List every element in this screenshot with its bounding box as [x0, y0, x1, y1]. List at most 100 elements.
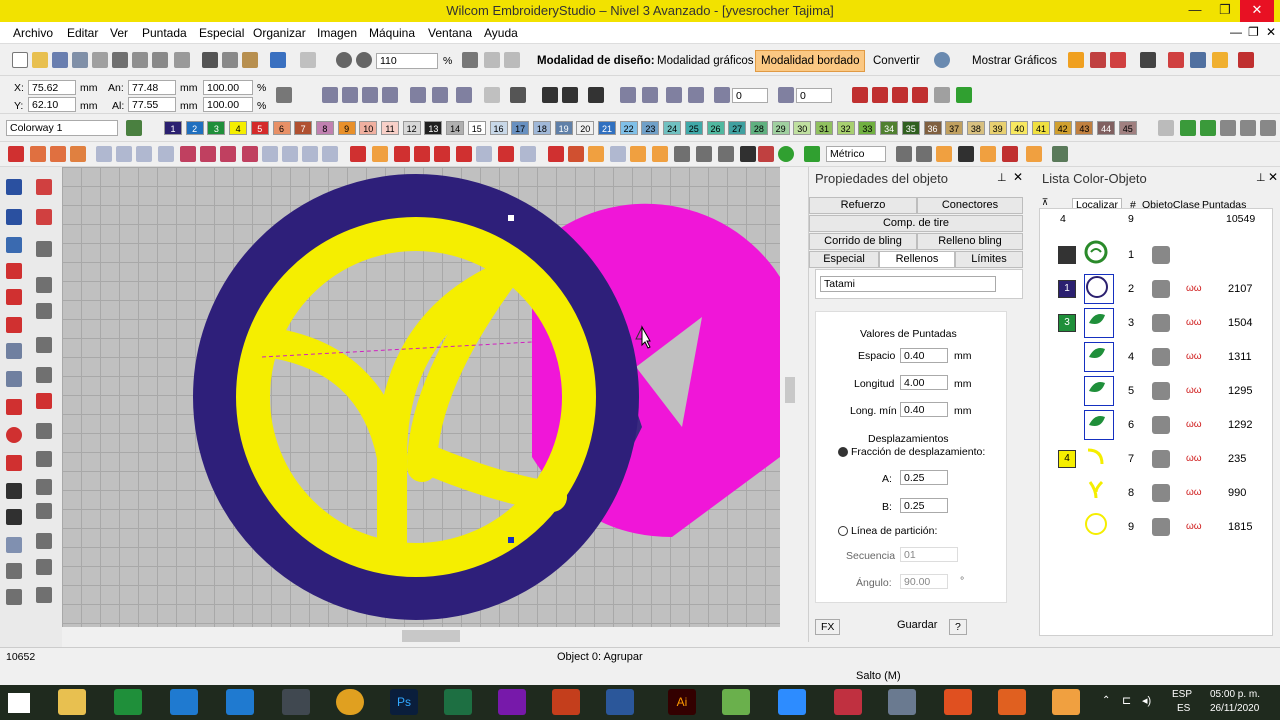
stitch-type-13-icon[interactable] [262, 146, 278, 162]
refresh-icon[interactable] [778, 146, 794, 162]
satin-icon[interactable] [6, 343, 22, 359]
color-swatch-41[interactable]: 41 [1032, 121, 1050, 135]
fill-type-5-icon[interactable] [434, 146, 450, 162]
stitch-type-11-icon[interactable] [220, 146, 236, 162]
zoom-in-icon[interactable] [336, 52, 352, 68]
tab-corrido-bling[interactable]: Corrido de bling [809, 233, 917, 250]
color-swatch-6[interactable]: 6 [272, 121, 291, 135]
color-swatch-1[interactable]: 1 [164, 121, 182, 135]
distribute-icon[interactable] [382, 87, 398, 103]
density-10-icon[interactable] [36, 559, 52, 575]
color-swatch-15[interactable]: 15 [467, 121, 486, 135]
tab-conectores[interactable]: Conectores [917, 197, 1023, 214]
send-icon[interactable] [152, 52, 168, 68]
menu-archivo[interactable]: Archivo [13, 26, 53, 40]
swatch-scroll-icon[interactable] [1158, 120, 1174, 136]
color-list-close-icon[interactable]: ✕ [1268, 170, 1278, 184]
panel-close-icon[interactable]: ✕ [1013, 170, 1023, 184]
rotate-right-icon[interactable] [688, 87, 704, 103]
color-swatch-20[interactable]: 20 [576, 121, 595, 135]
menu-ventana[interactable]: Ventana [428, 26, 472, 40]
camera-icon[interactable] [740, 146, 756, 162]
help-button[interactable]: ? [949, 619, 967, 635]
color-swatch-16[interactable]: 16 [489, 121, 508, 135]
color-swatch-43[interactable]: 43 [1075, 121, 1094, 135]
stitch-type-3-icon[interactable] [50, 146, 66, 162]
maximize-button[interactable]: ❐ [1208, 0, 1242, 22]
check-icon[interactable] [1140, 52, 1156, 68]
object-row[interactable]: 9 ωω 1815 [1040, 510, 1274, 544]
horizontal-scroll-thumb[interactable] [402, 630, 460, 642]
slant-icon[interactable] [778, 87, 794, 103]
text-icon[interactable] [6, 483, 22, 499]
min-length-field[interactable]: 0.40 [900, 402, 948, 417]
wand-icon[interactable] [1002, 146, 1018, 162]
lock-proportions-icon[interactable] [276, 87, 292, 103]
units-select[interactable]: Métrico [826, 146, 886, 162]
x-position-field[interactable]: 75.62 [28, 80, 76, 95]
convert-button[interactable]: Convertir [867, 50, 926, 72]
blank-shape-icon[interactable] [36, 277, 52, 293]
density-1-icon[interactable] [36, 587, 52, 603]
knife-icon[interactable] [36, 303, 52, 319]
show-stitches-icon[interactable] [1090, 52, 1106, 68]
color-swatch-12[interactable]: 12 [402, 121, 421, 135]
globe-icon[interactable] [934, 52, 950, 68]
properties-icon[interactable] [174, 52, 190, 68]
reshape-icon[interactable] [6, 209, 22, 225]
color-swatch-27[interactable]: 27 [728, 121, 747, 135]
object-thumbnail[interactable] [1084, 308, 1114, 338]
view-design-icon[interactable] [1068, 52, 1084, 68]
fill-type-2-icon[interactable] [372, 146, 388, 162]
cut-icon[interactable] [202, 52, 218, 68]
object-thumbnail[interactable] [1084, 512, 1114, 542]
grid-icon[interactable] [674, 146, 690, 162]
tab-limites[interactable]: Límites [955, 251, 1023, 268]
stitch-type-12-icon[interactable] [242, 146, 258, 162]
stitch-type-7-icon[interactable] [136, 146, 152, 162]
color-group-badge[interactable]: 3 [1058, 314, 1076, 332]
menu-organizar[interactable]: Organizar [253, 26, 306, 40]
fill-type-6-icon[interactable] [456, 146, 472, 162]
fill-icon[interactable] [6, 317, 22, 333]
align-center-icon[interactable] [342, 87, 358, 103]
windows-start-icon[interactable] [8, 693, 30, 713]
stitch-type-2-icon[interactable] [30, 146, 46, 162]
embroidery-app-icon[interactable] [944, 689, 972, 715]
vertical-scrollbar[interactable] [782, 167, 798, 627]
hand-app-icon[interactable] [998, 689, 1026, 715]
color-swatch-28[interactable]: 28 [749, 121, 768, 135]
stitch-tool-2-icon[interactable] [872, 87, 888, 103]
fill-type-11-icon[interactable] [568, 146, 584, 162]
tab-especial[interactable]: Especial [809, 251, 879, 268]
color-swatch-42[interactable]: 42 [1053, 121, 1072, 135]
zoom-fit-icon[interactable] [462, 52, 478, 68]
word-icon[interactable] [606, 689, 634, 715]
object-thumbnail[interactable] [1084, 240, 1114, 270]
3d-app-icon[interactable] [888, 689, 916, 715]
mirror-horizontal-icon[interactable] [410, 87, 426, 103]
rotate-icon[interactable] [714, 87, 730, 103]
tray-chevron-icon[interactable]: ⌃ [1102, 695, 1110, 706]
pin-icon[interactable]: ⊥ [997, 171, 1007, 184]
hoop-icon[interactable] [1212, 52, 1228, 68]
color-swatch-24[interactable]: 24 [663, 121, 682, 135]
sequence-icon[interactable] [958, 146, 974, 162]
color-swatch-33[interactable]: 33 [858, 121, 877, 135]
density-1000-icon[interactable] [36, 503, 52, 519]
color-swatch-44[interactable]: 44 [1097, 121, 1116, 135]
graphics-mode-button[interactable]: Modalidad gráficos [651, 50, 760, 72]
show-outlines-icon[interactable] [1110, 52, 1126, 68]
chrome-icon[interactable] [336, 689, 364, 715]
color-swatch-18[interactable]: 18 [532, 121, 551, 135]
color-swatch-39[interactable]: 39 [988, 121, 1007, 135]
rotate-left-icon[interactable] [666, 87, 682, 103]
mdi-minimize-icon[interactable]: — [1230, 25, 1242, 39]
copy-icon[interactable] [222, 52, 238, 68]
offset-fraction-radio[interactable] [838, 447, 848, 457]
fill-type-7-icon[interactable] [476, 146, 492, 162]
colorway-palette-icon[interactable] [126, 120, 142, 136]
print-preview-icon[interactable] [132, 52, 148, 68]
lang-code[interactable]: ESP [1172, 689, 1192, 700]
illustrator-icon[interactable]: Ai [668, 689, 696, 715]
